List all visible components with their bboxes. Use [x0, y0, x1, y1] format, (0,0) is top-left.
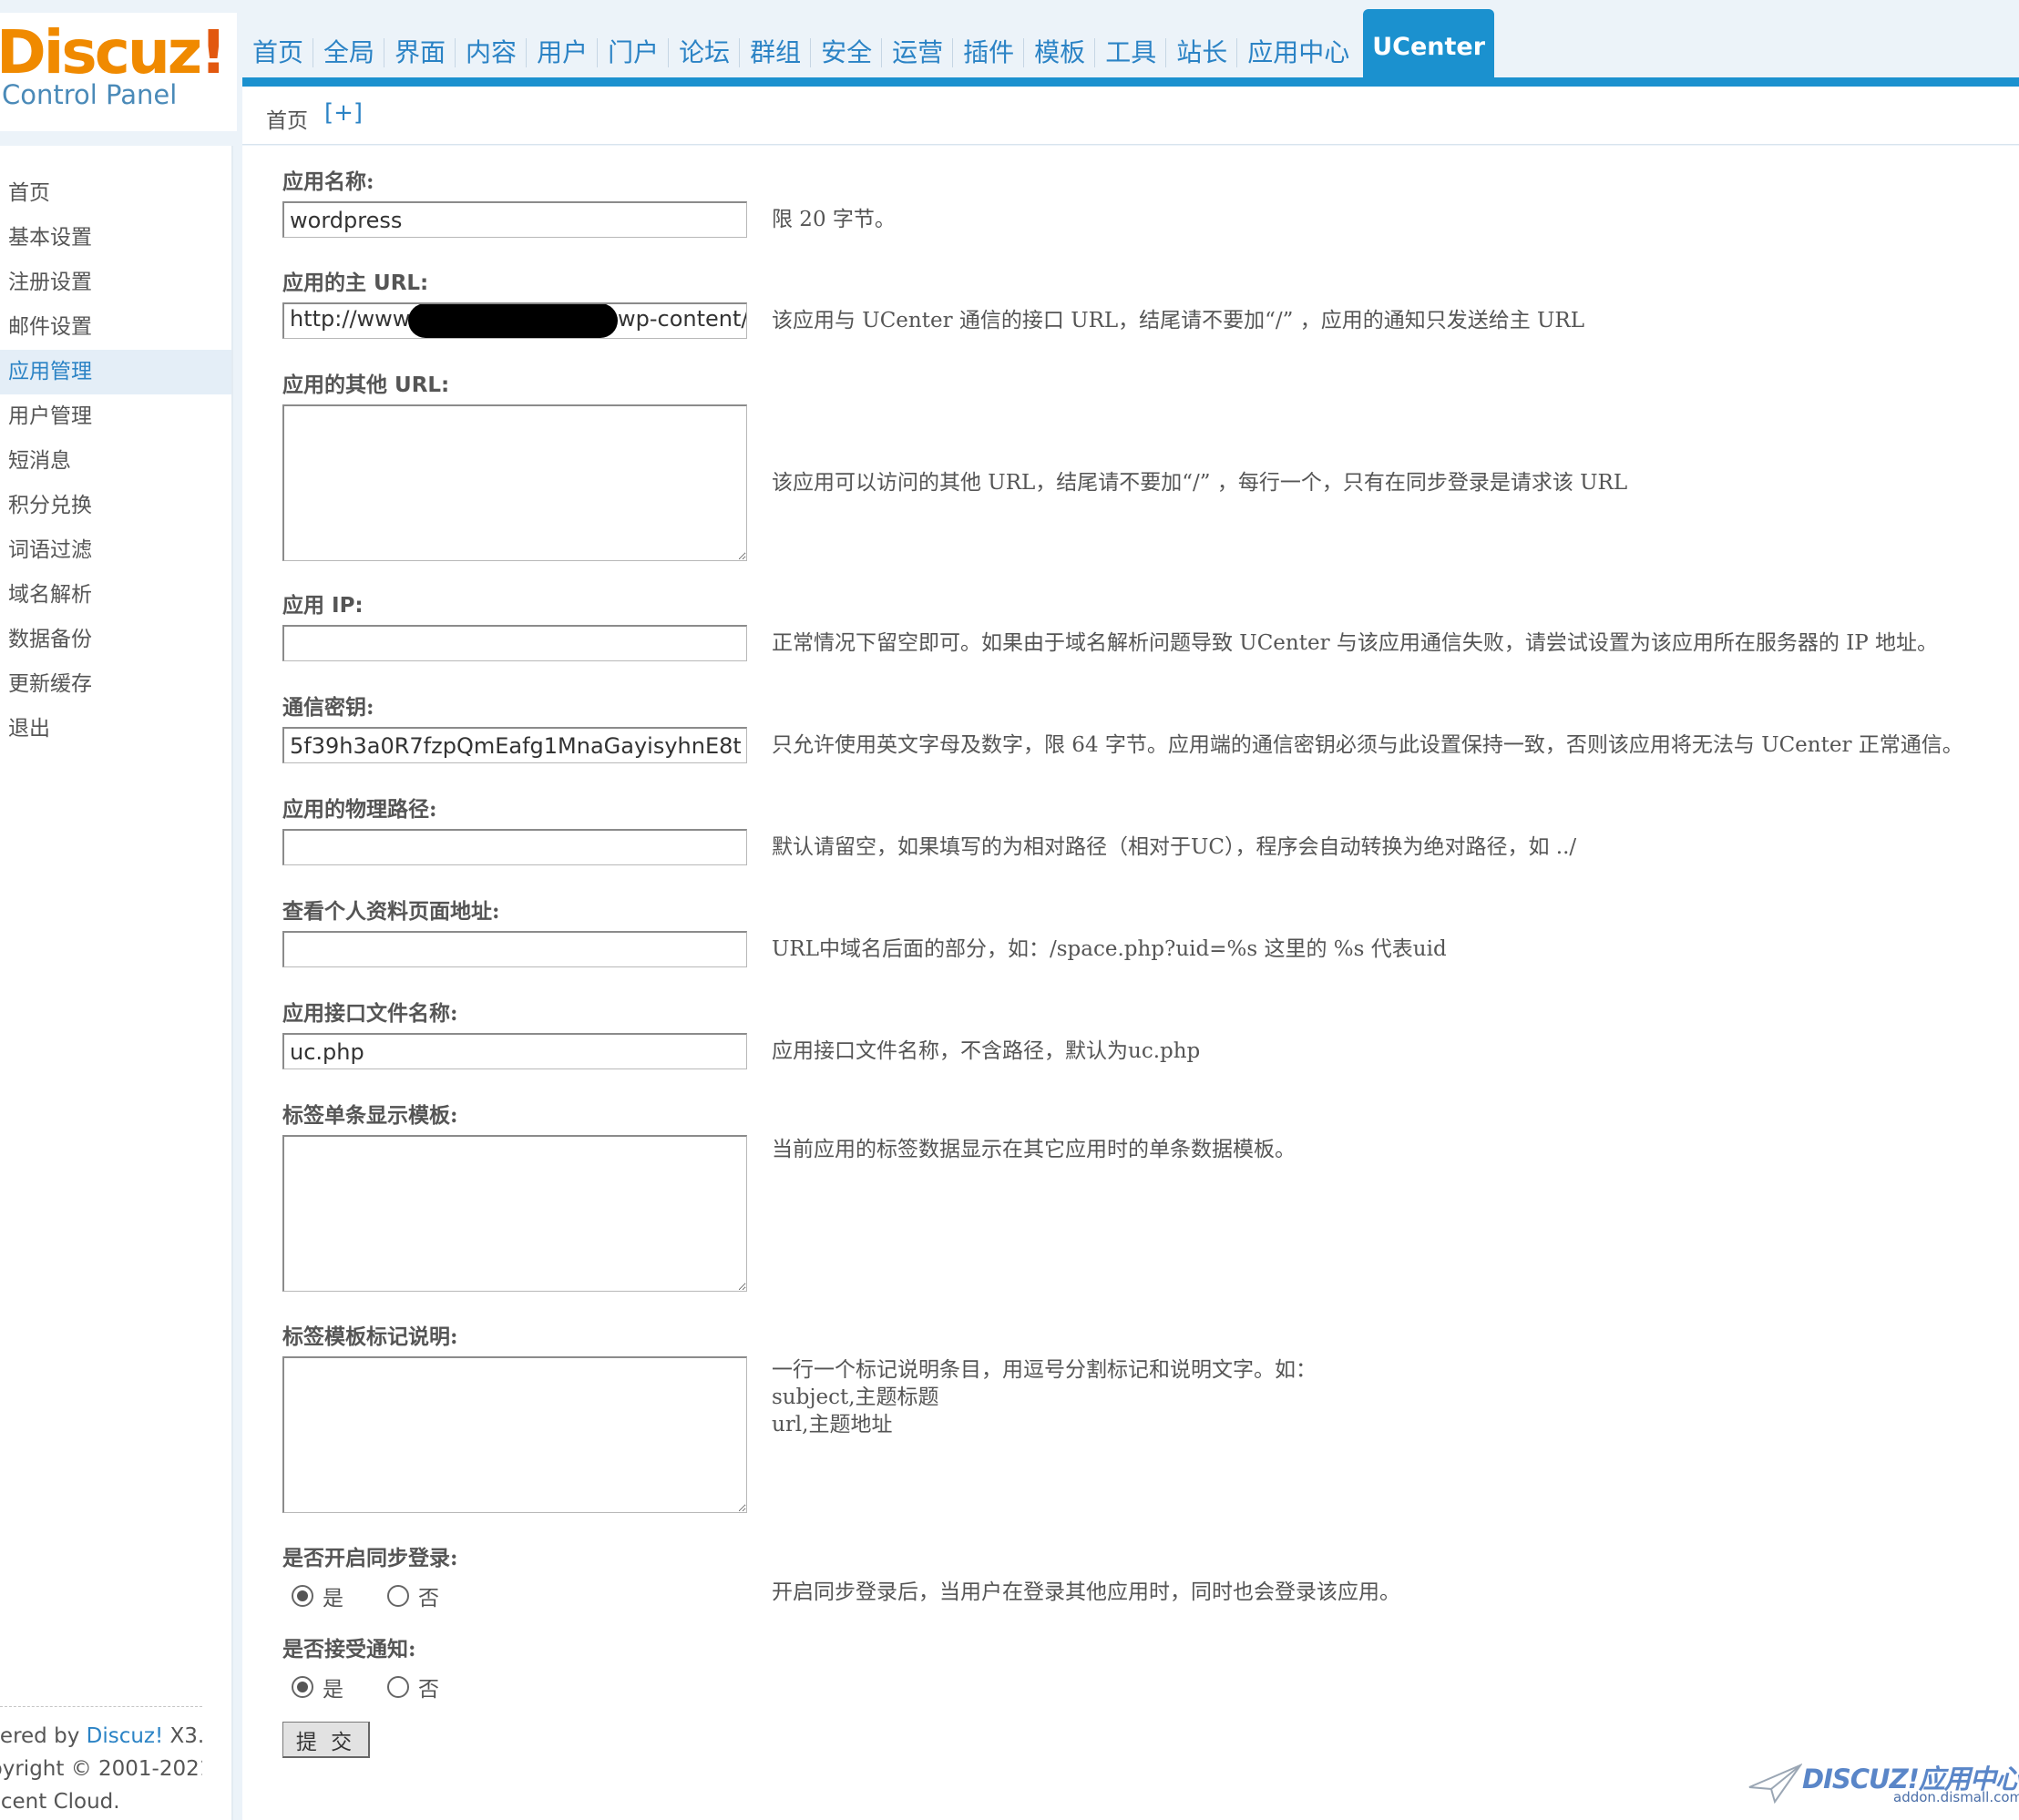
top-nav: 首页 全局 界面 内容 用户 门户 论坛 群组 安全 运营 插件 模板 工具 站…: [242, 7, 1495, 106]
recv-notify-no-radio[interactable]: [387, 1676, 409, 1698]
watermark-site: addon.dismall.com: [1893, 1789, 2019, 1805]
recv-notify-yes-label[interactable]: 是: [323, 1672, 343, 1702]
sync-login-label: 是否开启同步登录:: [282, 1546, 458, 1570]
nav-item-cloud[interactable]: 应用中心: [1236, 7, 1359, 80]
nav-item-portal[interactable]: 门户: [597, 7, 669, 80]
tag-template-label: 标签单条显示模板:: [282, 1103, 458, 1128]
tag-template-textarea[interactable]: [282, 1135, 747, 1292]
main-url-input[interactable]: http://www wp-content/: [282, 302, 747, 339]
other-url-label: 应用的其他 URL:: [282, 373, 450, 397]
sidebar-item-credit-exchange[interactable]: 积分兑换: [0, 484, 231, 528]
tag-desc-tip-line: 一行一个标记说明条目，用逗号分割标记和说明文字。如：: [772, 1358, 1317, 1382]
nav-item-operation[interactable]: 运营: [881, 7, 953, 80]
nav-item-content[interactable]: 内容: [455, 7, 527, 80]
sidebar-panel: 首页 基本设置 注册设置 邮件设置 应用管理 用户管理 短消息 积分兑换 词语过…: [0, 146, 233, 1820]
nav-item-safe[interactable]: 安全: [810, 7, 882, 80]
company-line: Tencent Cloud.: [0, 1790, 120, 1814]
sidebar-footer: Powered by Discuz! X3.4 Copyright © 2001…: [0, 1706, 202, 1818]
main-url-value-end: wp-content/: [618, 306, 747, 332]
sync-login-no-label[interactable]: 否: [418, 1580, 439, 1611]
sidebar-item-basic-settings[interactable]: 基本设置: [0, 216, 231, 261]
nav-underline-bar: [242, 77, 2019, 87]
nav-item-tools[interactable]: 工具: [1094, 7, 1166, 80]
sync-login-yes-label[interactable]: 是: [323, 1580, 343, 1611]
app-name-tip: 限 20 字节。: [772, 208, 896, 231]
profile-url-label: 查看个人资料页面地址:: [282, 899, 500, 924]
nav-item-global[interactable]: 全局: [313, 7, 384, 80]
breadcrumb: 首页 [+]: [242, 87, 2019, 145]
sidebar-item-register-settings[interactable]: 注册设置: [0, 261, 231, 305]
auth-key-label: 通信密钥:: [282, 695, 374, 720]
app-path-input[interactable]: [282, 829, 747, 865]
app-path-label: 应用的物理路径:: [282, 797, 437, 822]
main-url-value-start: http://www: [290, 306, 411, 332]
nav-item-plugin[interactable]: 插件: [952, 7, 1024, 80]
add-shortcut-link[interactable]: [+]: [324, 99, 363, 127]
app-path-tip: 默认请留空，如果填写的为相对路径（相对于UC），程序会自动转换为绝对路径，如 .…: [772, 835, 1577, 859]
discuz-logo[interactable]: Discuz! Control Panel: [0, 13, 237, 131]
app-ip-label: 应用 IP:: [282, 593, 364, 618]
tag-desc-label: 标签模板标记说明:: [282, 1324, 458, 1349]
profile-url-tip: URL中域名后面的部分，如：/space.php?uid=%s 这里的 %s 代…: [772, 937, 1447, 961]
sidebar-item-word-filter[interactable]: 词语过滤: [0, 528, 231, 573]
api-filename-tip: 应用接口文件名称，不含路径，默认为uc.php: [772, 1039, 1201, 1063]
sidebar-item-update-cache[interactable]: 更新缓存: [0, 662, 231, 707]
other-url-tip: 该应用可以访问的其他 URL，结尾请不要加“/” ，每行一个，只有在同步登录是请…: [772, 471, 1628, 495]
nav-item-founder[interactable]: 站长: [1165, 7, 1237, 80]
nav-item-user[interactable]: 用户: [526, 7, 598, 80]
powered-by-line: Powered by Discuz! X3.4: [0, 1724, 202, 1748]
discuz-link[interactable]: Discuz!: [87, 1724, 164, 1748]
recv-notify-label: 是否接受通知:: [282, 1637, 416, 1662]
auth-key-input[interactable]: [282, 727, 747, 763]
sync-login-yes-radio[interactable]: [292, 1585, 313, 1607]
submit-button[interactable]: 提 交: [282, 1722, 370, 1758]
sync-login-no-radio[interactable]: [387, 1585, 409, 1607]
sidebar-item-user-management[interactable]: 用户管理: [0, 394, 231, 439]
sidebar-item-home[interactable]: 首页: [0, 171, 231, 216]
nav-item-forum[interactable]: 论坛: [668, 7, 740, 80]
main-url-tip: 该应用与 UCenter 通信的接口 URL，结尾请不要加“/” ，应用的通知只…: [772, 309, 1585, 332]
header: Discuz! Control Panel 首页 全局 界面 内容 用户 门户 …: [0, 0, 2019, 146]
nav-item-home[interactable]: 首页: [242, 7, 313, 80]
watermark: DISCUZ!应用中心 addon.dismall.com: [1747, 1758, 2019, 1813]
app-ip-tip: 正常情况下留空即可。如果由于域名解析问题导致 UCenter 与该应用通信失败，…: [772, 631, 1939, 655]
sidebar-menu: 首页 基本设置 注册设置 邮件设置 应用管理 用户管理 短消息 积分兑换 词语过…: [0, 171, 231, 752]
tag-desc-tip-line: subject,主题标题: [772, 1385, 939, 1409]
redaction-mark: [408, 304, 618, 338]
logo-subtitle: Control Panel: [2, 79, 178, 110]
app-name-label: 应用名称:: [282, 169, 374, 194]
nav-item-group[interactable]: 群组: [739, 7, 811, 80]
api-filename-input[interactable]: [282, 1033, 747, 1069]
nav-item-template[interactable]: 模板: [1023, 7, 1095, 80]
breadcrumb-home[interactable]: 首页: [266, 103, 308, 134]
sidebar-item-messages[interactable]: 短消息: [0, 439, 231, 484]
main-url-label: 应用的主 URL:: [282, 271, 429, 295]
sidebar-item-app-management[interactable]: 应用管理: [0, 350, 231, 394]
copyright-line: Copyright © 2001-2021: [0, 1757, 202, 1781]
sidebar-item-data-backup[interactable]: 数据备份: [0, 618, 231, 662]
recv-notify-radio-group: 是 否: [292, 1672, 483, 1702]
tag-template-tip: 当前应用的标签数据显示在其它应用时的单条数据模板。: [772, 1138, 1296, 1161]
app-ip-input[interactable]: [282, 625, 747, 661]
recv-notify-no-label[interactable]: 否: [418, 1672, 439, 1702]
auth-key-tip: 只允许使用英文字母及数字，限 64 字节。应用端的通信密钥必须与此设置保持一致，…: [772, 733, 1963, 757]
sidebar-item-domain-resolve[interactable]: 域名解析: [0, 573, 231, 618]
recv-notify-yes-radio[interactable]: [292, 1676, 313, 1698]
api-filename-label: 应用接口文件名称:: [282, 1001, 458, 1026]
sidebar: 首页 基本设置 注册设置 邮件设置 应用管理 用户管理 短消息 积分兑换 词语过…: [0, 146, 242, 1820]
app-edit-form: 应用名称: 限 20 字节。 应用的主 URL: http://www wp-c…: [242, 146, 2019, 1820]
tag-desc-textarea[interactable]: [282, 1356, 747, 1513]
nav-item-style[interactable]: 界面: [384, 7, 456, 80]
sidebar-item-mail-settings[interactable]: 邮件设置: [0, 305, 231, 350]
sync-login-radio-group: 是 否: [292, 1580, 483, 1611]
sidebar-item-logout[interactable]: 退出: [0, 707, 231, 752]
other-url-textarea[interactable]: [282, 404, 747, 561]
profile-url-input[interactable]: [282, 931, 747, 967]
tag-desc-tip-line: url,主题地址: [772, 1413, 893, 1437]
tag-desc-tip: 一行一个标记说明条目，用逗号分割标记和说明文字。如： subject,主题标题 …: [772, 1356, 1317, 1438]
paper-plane-icon: [1748, 1764, 1802, 1805]
sync-login-tip: 开启同步登录后，当用户在登录其他应用时，同时也会登录该应用。: [772, 1580, 1400, 1604]
app-name-input[interactable]: [282, 201, 747, 238]
